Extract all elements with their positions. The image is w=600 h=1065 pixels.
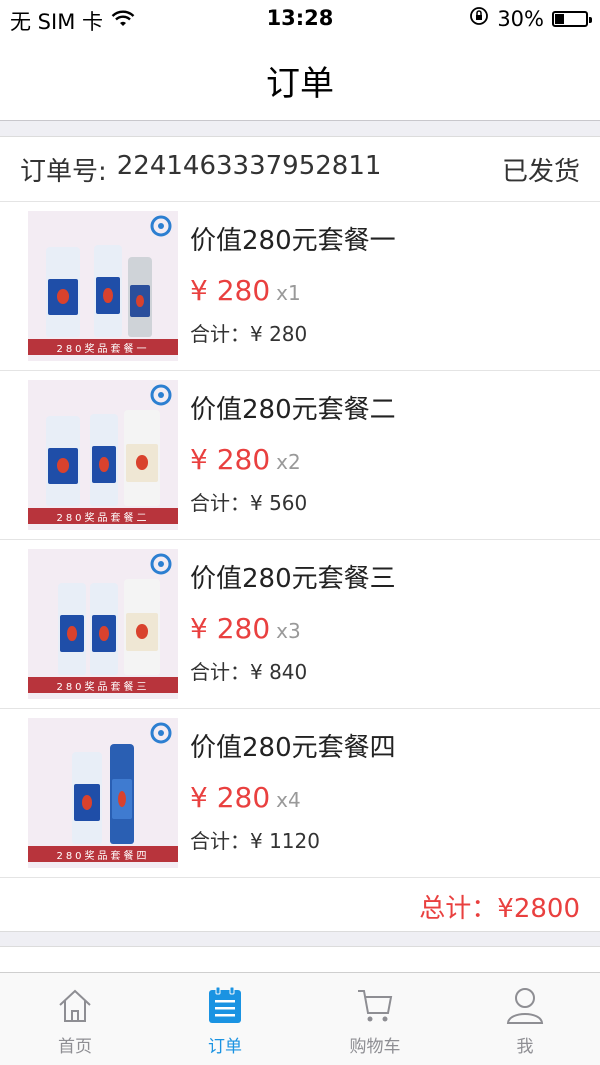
- order-number-value: 2241463337952811: [116, 150, 382, 181]
- product-image: 280奖品套餐一: [28, 211, 178, 361]
- user-icon: [502, 982, 548, 1028]
- order-list-icon: [202, 982, 248, 1028]
- battery-percent: 30%: [497, 6, 544, 31]
- status-bar: 无 SIM 卡 13:28 30%: [0, 0, 600, 40]
- orientation-lock-icon: [469, 6, 489, 31]
- brand-logo-icon: [150, 553, 172, 575]
- order-item[interactable]: 280奖品套餐四 价值280元套餐四 ¥ 280 x4 合计：¥ 1120: [0, 709, 600, 878]
- item-title: 价值280元套餐四: [190, 733, 396, 763]
- tab-orders[interactable]: 订单: [150, 973, 300, 1065]
- home-icon: [52, 982, 98, 1028]
- item-quantity: x1: [276, 281, 301, 305]
- tab-bar: 首页 订单 购物车 我: [0, 972, 600, 1065]
- order-card[interactable]: 订单号: 2241463337952811 已发货 280奖品套餐一 价值280…: [0, 136, 600, 932]
- tab-me[interactable]: 我: [450, 973, 600, 1065]
- battery-icon: [552, 10, 592, 27]
- brand-logo-icon: [150, 384, 172, 406]
- tab-home-label: 首页: [58, 1036, 92, 1057]
- order-items: 280奖品套餐一 价值280元套餐一 ¥ 280 x1 合计：¥ 280 280奖…: [0, 202, 600, 878]
- item-title: 价值280元套餐三: [190, 564, 396, 594]
- nav-bar: 订单: [0, 40, 600, 121]
- screen: 无 SIM 卡 13:28 30% 订单 订单号: 22414633379528…: [0, 0, 600, 1065]
- item-price-value: ¥ 280: [190, 443, 271, 476]
- product-image: 280奖品套餐三: [28, 549, 178, 699]
- tab-cart-label: 购物车: [349, 1036, 401, 1057]
- order-item[interactable]: 280奖品套餐二 价值280元套餐二 ¥ 280 x2 合计：¥ 560: [0, 371, 600, 540]
- item-title: 价值280元套餐二: [190, 395, 396, 425]
- status-right: 30%: [469, 6, 592, 31]
- item-quantity: x2: [276, 450, 301, 474]
- item-subtotal: 合计：¥ 280: [190, 322, 308, 346]
- brand-logo-icon: [150, 215, 172, 237]
- tab-home[interactable]: 首页: [0, 973, 150, 1065]
- order-number: 订单号: 2241463337952811: [20, 151, 381, 188]
- battery-level: [555, 13, 564, 24]
- order-item[interactable]: 280奖品套餐三 价值280元套餐三 ¥ 280 x3 合计：¥ 840: [0, 540, 600, 709]
- item-subtotal: 合计：¥ 1120: [190, 829, 320, 853]
- item-quantity: x3: [276, 619, 301, 643]
- page-title: 订单: [266, 63, 334, 104]
- tab-orders-label: 订单: [208, 1036, 242, 1057]
- product-image: 280奖品套餐四: [28, 718, 178, 868]
- order-total: 总计：¥2800: [419, 893, 580, 924]
- tab-me-label: 我: [516, 1036, 534, 1057]
- item-price-value: ¥ 280: [190, 781, 271, 814]
- order-number-label: 订单号:: [20, 156, 107, 187]
- item-price-value: ¥ 280: [190, 612, 271, 645]
- tab-cart[interactable]: 购物车: [300, 973, 450, 1065]
- item-price: ¥ 280 x4: [190, 781, 301, 814]
- item-price: ¥ 280 x1: [190, 274, 301, 307]
- item-quantity: x4: [276, 788, 301, 812]
- order-item[interactable]: 280奖品套餐一 价值280元套餐一 ¥ 280 x1 合计：¥ 280: [0, 202, 600, 371]
- item-title: 价值280元套餐一: [190, 226, 396, 256]
- brand-logo-icon: [150, 722, 172, 744]
- item-subtotal: 合计：¥ 840: [190, 660, 308, 684]
- item-price: ¥ 280 x2: [190, 443, 301, 476]
- item-price: ¥ 280 x3: [190, 612, 301, 645]
- product-image: 280奖品套餐二: [28, 380, 178, 530]
- item-subtotal: 合计：¥ 560: [190, 491, 308, 515]
- order-header: 订单号: 2241463337952811 已发货: [0, 137, 600, 202]
- cart-icon: [352, 982, 398, 1028]
- item-price-value: ¥ 280: [190, 274, 271, 307]
- order-status: 已发货: [501, 156, 580, 187]
